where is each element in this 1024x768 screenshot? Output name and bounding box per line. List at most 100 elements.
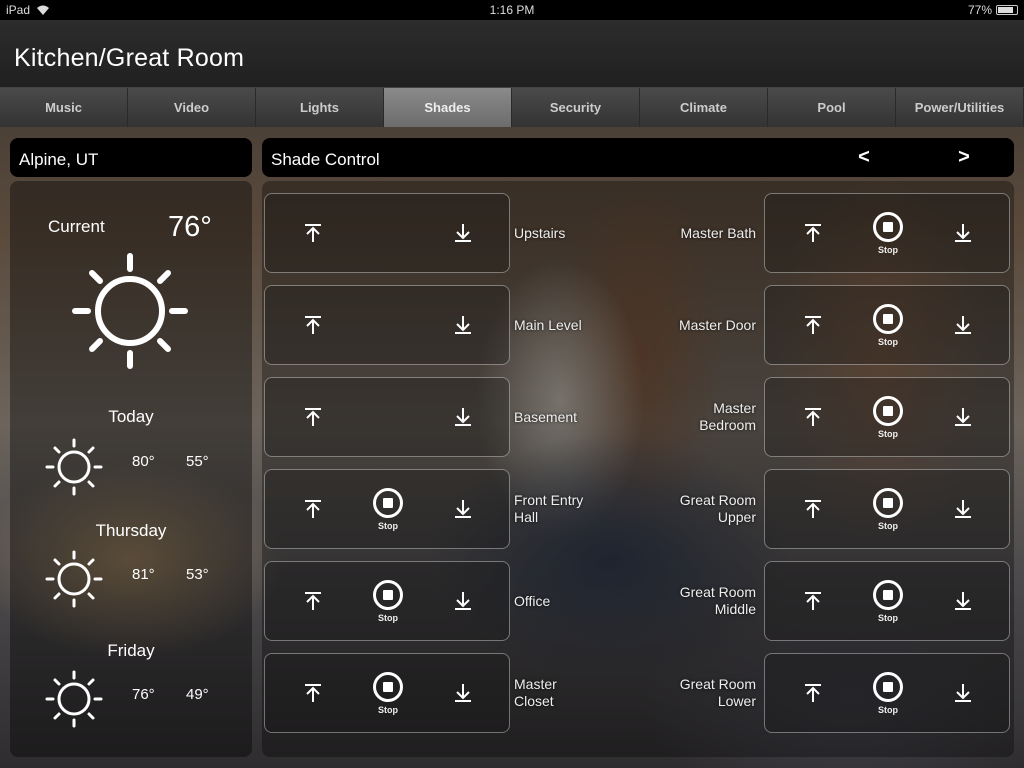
shade-lower-button[interactable]: [943, 194, 983, 272]
battery-icon: [996, 5, 1018, 15]
shade-stop-button[interactable]: Stop: [866, 194, 910, 272]
tab-climate[interactable]: Climate: [640, 88, 768, 127]
stop-icon: [873, 211, 903, 242]
shade-raise-button[interactable]: [793, 654, 833, 732]
stop-icon: [873, 579, 903, 610]
shade-stop-button[interactable]: Stop: [366, 562, 410, 640]
current-label: Current: [48, 217, 105, 236]
arrow-up-to-line-icon: [305, 684, 321, 702]
stop-label: Stop: [878, 244, 898, 255]
arrow-up-to-line-icon: [805, 316, 821, 334]
forecast-low: 49°: [186, 686, 209, 703]
shade-name-label: Master Door: [678, 316, 756, 333]
shade-control-box: [264, 193, 510, 273]
shade-raise-button[interactable]: [293, 562, 333, 640]
shade-stop-button[interactable]: Stop: [366, 470, 410, 548]
arrow-up-to-line-icon: [805, 500, 821, 518]
shade-raise-button[interactable]: [793, 194, 833, 272]
shade-control-box: Stop: [264, 561, 510, 641]
shade-lower-button[interactable]: [443, 286, 483, 364]
sun-icon: [45, 438, 103, 496]
shade-name-label: Master Bath: [680, 224, 756, 241]
shade-lower-button[interactable]: [443, 194, 483, 272]
shade-stop-button[interactable]: Stop: [366, 654, 410, 732]
shade-stop-button[interactable]: Stop: [866, 286, 910, 364]
arrow-up-to-line-icon: [805, 408, 821, 426]
shade-control-box: Stop: [264, 653, 510, 733]
current-temp: 76°: [168, 211, 212, 243]
sun-icon: [72, 253, 188, 369]
tab-shades[interactable]: Shades: [384, 88, 512, 127]
shade-lower-button[interactable]: [943, 470, 983, 548]
tab-security[interactable]: Security: [512, 88, 640, 127]
stop-icon: [373, 579, 403, 610]
shade-stop-button[interactable]: Stop: [866, 470, 910, 548]
shade-stop-button[interactable]: Stop: [866, 378, 910, 456]
shade-name-label: Front Entry Hall: [514, 492, 584, 525]
arrow-down-to-line-icon: [455, 684, 471, 702]
arrow-up-to-line-icon: [305, 592, 321, 610]
sun-icon: [45, 670, 103, 728]
arrow-down-to-line-icon: [955, 500, 971, 518]
shade-lower-button[interactable]: [943, 562, 983, 640]
tab-pool[interactable]: Pool: [768, 88, 896, 127]
shade-raise-button[interactable]: [293, 378, 333, 456]
shade-raise-button[interactable]: [293, 470, 333, 548]
shade-control-box: Stop: [764, 285, 1010, 365]
shade-raise-button[interactable]: [293, 286, 333, 364]
shade-raise-button[interactable]: [793, 470, 833, 548]
arrow-down-to-line-icon: [955, 408, 971, 426]
location-header: Alpine, UT: [10, 138, 252, 177]
next-page-button[interactable]: >: [952, 146, 976, 169]
shade-name-label: Great Room Middle: [679, 584, 756, 617]
arrow-up-to-line-icon: [305, 500, 321, 518]
sun-icon: [45, 550, 103, 608]
stop-icon: [873, 487, 903, 518]
shade-control-panel: Upstairs Main Level Basement Stop Front Entr…: [262, 181, 1014, 757]
battery-percent: 77%: [967, 3, 992, 17]
shade-control-box: Stop: [264, 469, 510, 549]
room-title: Kitchen/Great Room: [14, 44, 245, 72]
arrow-up-to-line-icon: [305, 224, 321, 242]
tab-music[interactable]: Music: [0, 88, 128, 127]
shade-lower-button[interactable]: [943, 654, 983, 732]
tab-power-utilities[interactable]: Power/Utilities: [896, 88, 1024, 127]
shade-stop-button[interactable]: Stop: [866, 654, 910, 732]
shade-lower-button[interactable]: [943, 286, 983, 364]
shade-name-label: Great Room Lower: [679, 676, 756, 709]
status-bar: iPad 1:16 PM 77%: [0, 0, 1024, 20]
shade-name-label: Upstairs: [514, 224, 566, 241]
arrow-up-to-line-icon: [305, 408, 321, 426]
status-time: 1:16 PM: [489, 3, 535, 17]
tab-lights[interactable]: Lights: [256, 88, 384, 127]
tab-video[interactable]: Video: [128, 88, 256, 127]
shade-control-box: Stop: [764, 469, 1010, 549]
shade-lower-button[interactable]: [443, 470, 483, 548]
shade-lower-button[interactable]: [443, 654, 483, 732]
arrow-down-to-line-icon: [955, 684, 971, 702]
shade-lower-button[interactable]: [443, 378, 483, 456]
shade-raise-button[interactable]: [793, 286, 833, 364]
shade-control-title: Shade Control: [271, 150, 380, 169]
stop-label: Stop: [378, 704, 398, 715]
shade-raise-button[interactable]: [793, 562, 833, 640]
title-bar: Kitchen/Great Room: [0, 20, 1024, 88]
shade-lower-button[interactable]: [943, 378, 983, 456]
stop-label: Stop: [878, 704, 898, 715]
stop-label: Stop: [878, 520, 898, 531]
arrow-down-to-line-icon: [955, 316, 971, 334]
previous-page-button[interactable]: <: [852, 146, 876, 169]
arrow-down-to-line-icon: [455, 224, 471, 242]
shade-raise-button[interactable]: [793, 378, 833, 456]
forecast-high: 80°: [132, 453, 155, 470]
shade-control-header: Shade Control < >: [262, 138, 1014, 177]
arrow-up-to-line-icon: [805, 224, 821, 242]
forecast-day: Thursday: [95, 521, 167, 540]
stop-icon: [873, 671, 903, 702]
shade-raise-button[interactable]: [293, 194, 333, 272]
shade-lower-button[interactable]: [443, 562, 483, 640]
shade-raise-button[interactable]: [293, 654, 333, 732]
shade-name-label: Basement: [514, 408, 578, 425]
shade-stop-button[interactable]: Stop: [866, 562, 910, 640]
stop-label: Stop: [878, 428, 898, 439]
